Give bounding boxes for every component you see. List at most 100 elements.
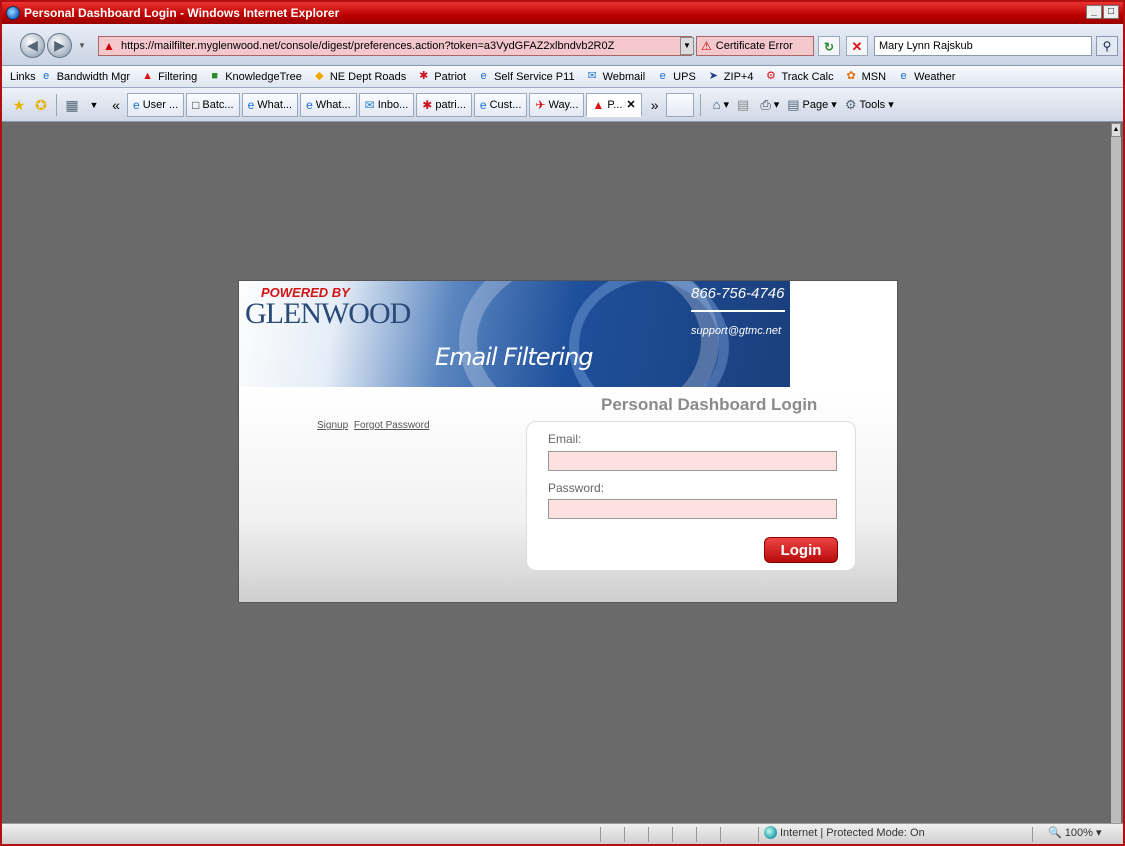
- patriot-icon: ✱: [419, 70, 429, 82]
- title-bar: Personal Dashboard Login - Windows Inter…: [2, 2, 1123, 24]
- separator: [699, 93, 701, 116]
- ie-page-icon: e: [43, 70, 50, 82]
- recent-pages-dropdown[interactable]: ▼: [78, 41, 86, 50]
- login-button[interactable]: Login: [764, 537, 838, 563]
- glenwood-logo: GLENWOOD: [245, 297, 411, 330]
- shield-icon: ⚠: [701, 39, 712, 53]
- close-tab-icon[interactable]: ✕: [626, 98, 635, 111]
- scroll-tabs-left-icon[interactable]: «: [105, 94, 127, 116]
- separator: [56, 93, 57, 116]
- tools-menu[interactable]: ⚙ Tools ▾: [845, 97, 894, 113]
- plane-icon: ✈: [535, 97, 546, 112]
- link-webmail[interactable]: ✉ Webmail: [586, 70, 645, 83]
- forgot-password-link[interactable]: Forgot Password: [354, 420, 430, 431]
- maximize-button[interactable]: □: [1103, 5, 1119, 19]
- doc-icon: □: [192, 97, 200, 112]
- home-icon: ⌂: [712, 97, 721, 112]
- home-button[interactable]: ⌂ ▾: [713, 97, 729, 112]
- link-zip4[interactable]: ➤ ZIP+4: [707, 70, 754, 83]
- site-favicon-icon: ▲: [103, 39, 115, 53]
- diamond-icon: ◆: [315, 70, 324, 82]
- ie-page-icon: e: [306, 97, 313, 112]
- status-bar: Internet | Protected Mode: On 🔍 100% ▾: [2, 823, 1123, 844]
- link-filtering[interactable]: ▲ Filtering: [141, 70, 197, 83]
- login-panel: POWERED BY GLENWOOD Email Filtering 866-…: [238, 280, 898, 603]
- stop-button[interactable]: ✕: [846, 36, 868, 56]
- zoom-level[interactable]: 🔍 100% ▾: [1048, 826, 1102, 839]
- new-tab-button[interactable]: [665, 92, 694, 117]
- link-ups[interactable]: e UPS: [656, 70, 696, 83]
- links-bar: Links e Bandwidth Mgr ▲ Filtering ■ Knowled…: [2, 66, 1123, 88]
- certificate-error-button[interactable]: ⚠ Certificate Error: [696, 36, 814, 56]
- certificate-error-label: Certificate Error: [715, 40, 793, 52]
- link-ne-dept-roads[interactable]: ◆ NE Dept Roads: [313, 70, 406, 83]
- links-label: Links: [10, 70, 36, 83]
- add-favorite-icon[interactable]: ✪: [30, 94, 52, 116]
- account-links: Signup Forgot Password: [317, 420, 433, 431]
- tab-user[interactable]: e User ...: [127, 92, 185, 117]
- tab-what-2[interactable]: e What...: [300, 92, 357, 117]
- back-button[interactable]: ◀: [20, 33, 45, 58]
- scroll-up-arrow-icon[interactable]: ▲: [1111, 123, 1121, 137]
- link-self-service[interactable]: e Self Service P11: [477, 70, 575, 83]
- ie-page-icon: e: [480, 70, 487, 82]
- patriot-icon: ✱: [422, 97, 433, 112]
- email-filtering-title: Email Filtering: [435, 343, 594, 371]
- ie-page-icon: e: [900, 70, 907, 82]
- tab-bar: ★ ✪ ▦ ▼ « e User ... □ Batc... e What... eW…: [2, 88, 1123, 122]
- gear-icon: ⚙: [844, 96, 857, 112]
- link-msn[interactable]: ✿ MSN: [845, 70, 887, 83]
- support-phone: 866-756-4746: [691, 285, 785, 302]
- link-bandwidth-mgr[interactable]: e Bandwidth Mgr: [40, 70, 130, 83]
- favorites-star-icon[interactable]: ★: [8, 94, 30, 116]
- status-divider: [758, 827, 759, 842]
- forward-button[interactable]: ▶: [47, 33, 72, 58]
- zoom-dropdown-icon: ▾: [1095, 827, 1102, 839]
- login-pane: Personal Dashboard Login Signup Forgot P…: [239, 388, 897, 602]
- feeds-button[interactable]: ▤: [737, 97, 752, 113]
- signup-link[interactable]: Signup: [317, 420, 348, 431]
- security-zone[interactable]: Internet | Protected Mode: On: [764, 826, 925, 839]
- refresh-button[interactable]: ↻: [818, 36, 840, 56]
- tab-inbox[interactable]: ✉ Inbo...: [358, 92, 415, 117]
- tab-customer[interactable]: e Cust...: [473, 92, 528, 117]
- tab-what-1[interactable]: e What...: [241, 92, 299, 117]
- butterfly-icon: ✿: [846, 70, 856, 82]
- scroll-tabs-right-icon[interactable]: »: [644, 94, 666, 116]
- search-button[interactable]: ⚲: [1096, 36, 1118, 56]
- tab-list-dropdown-icon[interactable]: ▼: [83, 94, 105, 116]
- password-field[interactable]: [548, 499, 837, 519]
- tab-personal-dashboard[interactable]: ▲ P... ✕: [586, 92, 642, 117]
- tab-batch[interactable]: □ Batc...: [186, 92, 240, 117]
- ie-logo-icon: [6, 6, 20, 20]
- email-label: Email:: [548, 432, 582, 446]
- red-arrow-icon: ▲: [142, 70, 153, 82]
- page-menu[interactable]: ▤ Page ▾: [787, 97, 837, 113]
- ie-page-icon: e: [133, 97, 140, 112]
- mail-icon: ✉: [364, 97, 375, 112]
- print-button[interactable]: ⎙ ▾: [760, 97, 779, 113]
- ie-window: Personal Dashboard Login - Windows Inter…: [0, 0, 1125, 846]
- link-track-calc[interactable]: ⚙ Track Calc: [764, 70, 834, 83]
- tab-patriot[interactable]: ✱ patri...: [416, 92, 472, 117]
- address-dropdown-button[interactable]: ▼: [680, 37, 694, 55]
- status-divider: [624, 827, 625, 842]
- globe-icon: [764, 826, 777, 839]
- minimize-button[interactable]: _: [1086, 5, 1102, 19]
- link-weather[interactable]: e Weather: [897, 70, 956, 83]
- search-input[interactable]: Mary Lynn Rajskub: [874, 36, 1092, 56]
- link-knowledgetree[interactable]: ■ KnowledgeTree: [208, 70, 301, 83]
- gear-icon: ⚙: [766, 70, 776, 82]
- ie-page-icon: e: [479, 97, 487, 112]
- window-title: Personal Dashboard Login - Windows Inter…: [24, 6, 340, 20]
- address-field[interactable]: ▲ https://mailfilter.myglenwood.net/cons…: [98, 36, 692, 56]
- link-patriot[interactable]: ✱ Patriot: [417, 70, 466, 83]
- status-divider: [720, 827, 721, 842]
- vertical-scrollbar[interactable]: ▲: [1111, 123, 1121, 825]
- glenwood-banner: POWERED BY GLENWOOD Email Filtering 866-…: [239, 281, 790, 387]
- address-bar-row: ◀ ▶ ▼ ▲ https://mailfilter.myglenwood.ne…: [2, 24, 1123, 66]
- ie-page-icon: e: [659, 70, 666, 82]
- quick-tabs-icon[interactable]: ▦: [61, 94, 83, 116]
- tab-way[interactable]: ✈ Way...: [529, 92, 585, 117]
- email-field[interactable]: [548, 451, 837, 471]
